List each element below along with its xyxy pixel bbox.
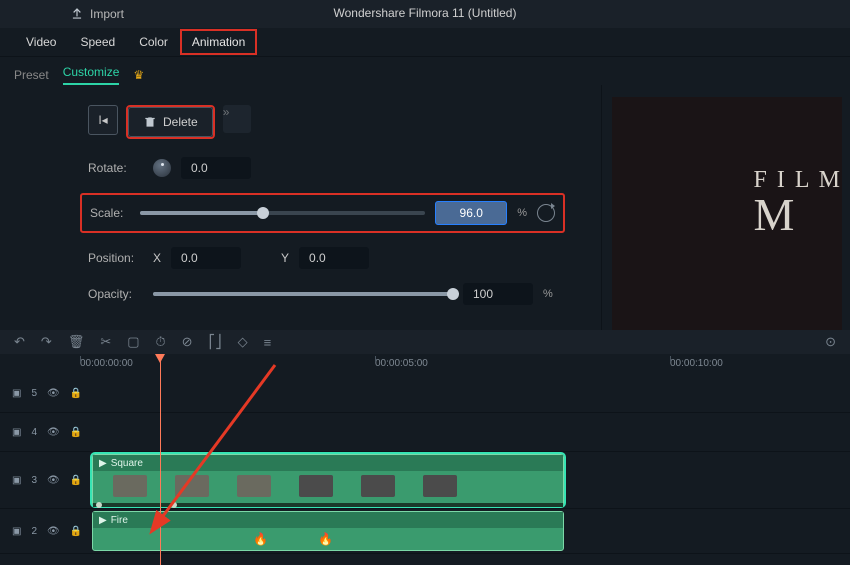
- x-input[interactable]: [171, 247, 241, 269]
- window-title: Wondershare Filmora 11 (Untitled): [334, 6, 517, 20]
- keyframe-bar[interactable]: [93, 503, 563, 507]
- clip-square-label: Square: [111, 458, 143, 469]
- opacity-label: Opacity:: [88, 287, 143, 301]
- clip-thumb: [113, 475, 147, 497]
- link-icon[interactable]: ⊘: [182, 334, 193, 350]
- tab-speed[interactable]: Speed: [68, 29, 127, 55]
- tag-icon[interactable]: ◇: [238, 334, 248, 350]
- scale-unit: %: [517, 207, 527, 219]
- lock-icon[interactable]: 🔒: [70, 475, 82, 486]
- tab-color[interactable]: Color: [127, 29, 180, 55]
- opacity-input[interactable]: [463, 283, 533, 305]
- rotate-label: Rotate:: [88, 161, 143, 175]
- preview-window: F I L M M: [612, 97, 842, 347]
- preview-text-2: M: [754, 194, 842, 235]
- track-5-label: 5: [31, 388, 37, 399]
- track-3-label: 3: [31, 475, 37, 486]
- menu-icon[interactable]: ≡: [264, 335, 272, 350]
- eye-icon[interactable]: 👁: [47, 427, 60, 438]
- clip-thumb: [423, 475, 457, 497]
- speed-icon[interactable]: ⏱: [156, 334, 166, 350]
- timecode-1: 00:00:05:00: [375, 358, 428, 369]
- eye-icon[interactable]: 👁: [47, 526, 60, 537]
- track-3-icon[interactable]: ▣: [12, 475, 21, 486]
- clip-thumb: [299, 475, 333, 497]
- delete-highlight: Delete: [126, 105, 215, 139]
- delete-icon[interactable]: 🗑: [68, 334, 85, 350]
- delete-button[interactable]: Delete: [128, 107, 213, 137]
- eye-icon[interactable]: 👁: [47, 388, 60, 399]
- tab-animation[interactable]: Animation: [180, 29, 257, 55]
- scale-slider[interactable]: [140, 211, 425, 215]
- trash-icon: [143, 115, 157, 129]
- eye-icon[interactable]: 👁: [47, 475, 60, 486]
- mark-icon[interactable]: ⎡⎦: [209, 334, 222, 350]
- fire-icon: 🔥: [318, 532, 333, 546]
- import-label: Import: [90, 7, 124, 21]
- fire-icon: 🔥: [253, 532, 268, 546]
- lock-icon[interactable]: 🔒: [70, 526, 82, 537]
- redo-icon[interactable]: ↷: [41, 334, 52, 350]
- track-5-icon[interactable]: ▣: [12, 388, 21, 399]
- clip-fire[interactable]: ▶ Fire 🔥 🔥: [92, 511, 564, 551]
- y-input[interactable]: [299, 247, 369, 269]
- timecode-0: 00:00:00:00: [80, 358, 133, 369]
- timecode-2: 00:00:10:00: [670, 358, 723, 369]
- scale-highlight: Scale: %: [80, 193, 565, 233]
- y-label: Y: [281, 251, 289, 265]
- scale-label: Scale:: [90, 206, 130, 220]
- import-icon: [70, 7, 84, 21]
- keyframe-next-button: »: [223, 105, 251, 133]
- clip-thumb: [175, 475, 209, 497]
- delete-label: Delete: [163, 115, 198, 129]
- track-2-icon[interactable]: ▣: [12, 526, 21, 537]
- subtab-customize[interactable]: Customize: [63, 65, 120, 85]
- cut-icon[interactable]: ✂: [100, 334, 111, 350]
- playhead[interactable]: [160, 354, 161, 565]
- settings-icon[interactable]: ⊙: [825, 334, 836, 350]
- clip-thumb: [237, 475, 271, 497]
- rotate-input[interactable]: [181, 157, 251, 179]
- clip-fire-label: Fire: [111, 515, 128, 526]
- premium-icon: ♛: [133, 68, 144, 82]
- clip-icon: ▶: [99, 458, 107, 469]
- keyframe-start-button[interactable]: I◂: [88, 105, 118, 135]
- tab-video[interactable]: Video: [14, 29, 68, 55]
- rotate-knob[interactable]: [153, 159, 171, 177]
- scale-input[interactable]: [435, 201, 507, 225]
- clip-thumb: [361, 475, 395, 497]
- lock-icon[interactable]: 🔒: [70, 427, 82, 438]
- crop-icon[interactable]: ▢: [127, 334, 139, 350]
- track-4-label: 4: [31, 427, 37, 438]
- clip-square[interactable]: ▶ Square: [92, 454, 564, 506]
- opacity-slider[interactable]: [153, 292, 453, 296]
- track-2-label: 2: [31, 526, 37, 537]
- x-label: X: [153, 251, 161, 265]
- track-4-icon[interactable]: ▣: [12, 427, 21, 438]
- scale-reset-icon[interactable]: [537, 204, 555, 222]
- subtab-preset[interactable]: Preset: [14, 68, 49, 82]
- import-button[interactable]: Import: [70, 7, 124, 21]
- position-label: Position:: [88, 251, 143, 265]
- clip-icon: ▶: [99, 515, 107, 526]
- lock-icon[interactable]: 🔒: [70, 388, 82, 399]
- undo-icon[interactable]: ↶: [14, 334, 25, 350]
- opacity-unit: %: [543, 288, 553, 300]
